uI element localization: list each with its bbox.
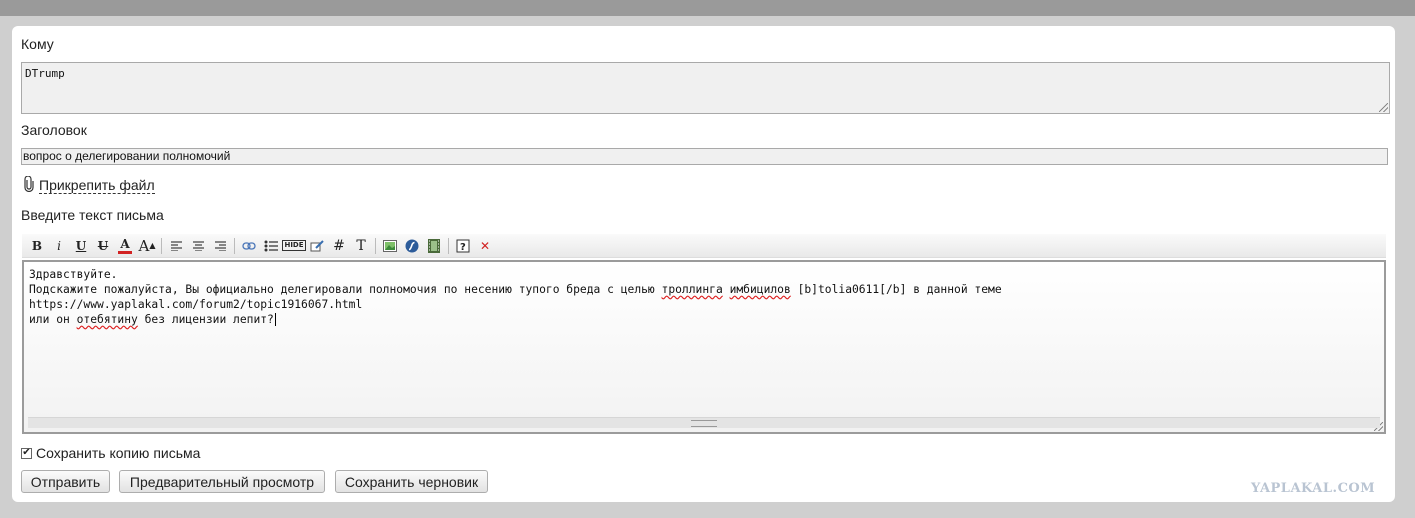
save-draft-button[interactable]: Сохранить черновик bbox=[335, 470, 488, 493]
to-label: Кому bbox=[21, 36, 54, 52]
message-line-3: https://www.yaplakal.com/forum2/topic191… bbox=[29, 298, 363, 311]
message-line-2b: [b]tolia0611[/b] в данной теме bbox=[790, 283, 1002, 296]
message-space bbox=[723, 283, 730, 296]
attach-file-link[interactable]: Прикрепить файл bbox=[39, 177, 155, 194]
video-icon[interactable] bbox=[423, 235, 445, 257]
message-line-4b: без лицензии лепит? bbox=[137, 313, 274, 326]
message-line-4a: или он bbox=[29, 313, 77, 326]
editor-toolbar: B i U U A A ▲ HIDE # T ? ✕ bbox=[22, 234, 1386, 258]
message-label: Введите текст письма bbox=[21, 207, 164, 223]
font-size-letter: A bbox=[138, 236, 150, 255]
paperclip-icon bbox=[23, 175, 35, 195]
edit-icon[interactable] bbox=[306, 235, 328, 257]
message-form: Кому DTrump Заголовок вопрос о делегиров… bbox=[12, 26, 1395, 502]
strikethrough-icon[interactable]: U bbox=[92, 235, 114, 257]
hash-icon[interactable]: # bbox=[328, 235, 350, 257]
typography-icon[interactable]: T bbox=[350, 235, 372, 257]
underline-icon[interactable]: U bbox=[70, 235, 92, 257]
toolbar-separator bbox=[448, 237, 449, 254]
text-cursor bbox=[274, 313, 276, 326]
save-copy-option[interactable]: ✔ Сохранить копию письма bbox=[21, 445, 200, 461]
clear-icon[interactable]: ✕ bbox=[474, 235, 496, 257]
help-icon[interactable]: ? bbox=[452, 235, 474, 257]
subject-value: вопрос о делегировании полномочий bbox=[23, 149, 231, 163]
misspelled-word: отебятину bbox=[76, 313, 138, 326]
bold-icon[interactable]: B bbox=[26, 235, 48, 257]
top-bar bbox=[0, 0, 1415, 16]
editor-resize-handle[interactable] bbox=[28, 417, 1380, 428]
font-size-icon[interactable]: A ▲ bbox=[136, 235, 158, 257]
image-icon[interactable] bbox=[379, 235, 401, 257]
misspelled-word: троллинга bbox=[661, 283, 723, 296]
toolbar-separator bbox=[234, 237, 235, 254]
align-left-icon[interactable] bbox=[165, 235, 187, 257]
subject-label: Заголовок bbox=[21, 122, 87, 138]
list-icon[interactable] bbox=[260, 235, 282, 257]
flash-icon[interactable] bbox=[401, 235, 423, 257]
send-button[interactable]: Отправить bbox=[21, 470, 110, 493]
toolbar-separator bbox=[375, 237, 376, 254]
site-watermark: YAPLAKAL.COM bbox=[1251, 481, 1376, 496]
save-copy-checkbox[interactable]: ✔ bbox=[21, 447, 32, 459]
message-text[interactable]: Здравствуйте. Подскажите пожалуйста, Вы … bbox=[29, 267, 1374, 327]
recipient-field[interactable]: DTrump bbox=[21, 62, 1390, 114]
font-color-icon[interactable]: A bbox=[118, 237, 132, 254]
svg-text:?: ? bbox=[460, 242, 466, 253]
message-line-2a: Подскажите пожалуйста, Вы официально дел… bbox=[29, 283, 662, 296]
message-line-1: Здравствуйте. bbox=[29, 268, 118, 281]
hide-icon-label: HIDE bbox=[282, 240, 306, 251]
save-copy-label: Сохранить копию письма bbox=[36, 445, 201, 461]
subject-field[interactable]: вопрос о делегировании полномочий bbox=[21, 148, 1388, 165]
recipient-value: DTrump bbox=[25, 67, 65, 80]
align-center-icon[interactable] bbox=[187, 235, 209, 257]
message-editor[interactable]: Здравствуйте. Подскажите пожалуйста, Вы … bbox=[22, 260, 1386, 434]
grip-lines-icon bbox=[691, 420, 717, 427]
hide-icon[interactable]: HIDE bbox=[282, 235, 306, 257]
align-right-icon[interactable] bbox=[209, 235, 231, 257]
link-icon[interactable] bbox=[238, 235, 260, 257]
preview-button[interactable]: Предварительный просмотр bbox=[119, 470, 325, 493]
toolbar-separator bbox=[161, 237, 162, 254]
italic-icon[interactable]: i bbox=[48, 235, 70, 257]
resize-grip-icon[interactable] bbox=[1379, 103, 1388, 112]
misspelled-word: имбицилов bbox=[729, 283, 791, 296]
attach-file[interactable]: Прикрепить файл bbox=[23, 175, 155, 195]
